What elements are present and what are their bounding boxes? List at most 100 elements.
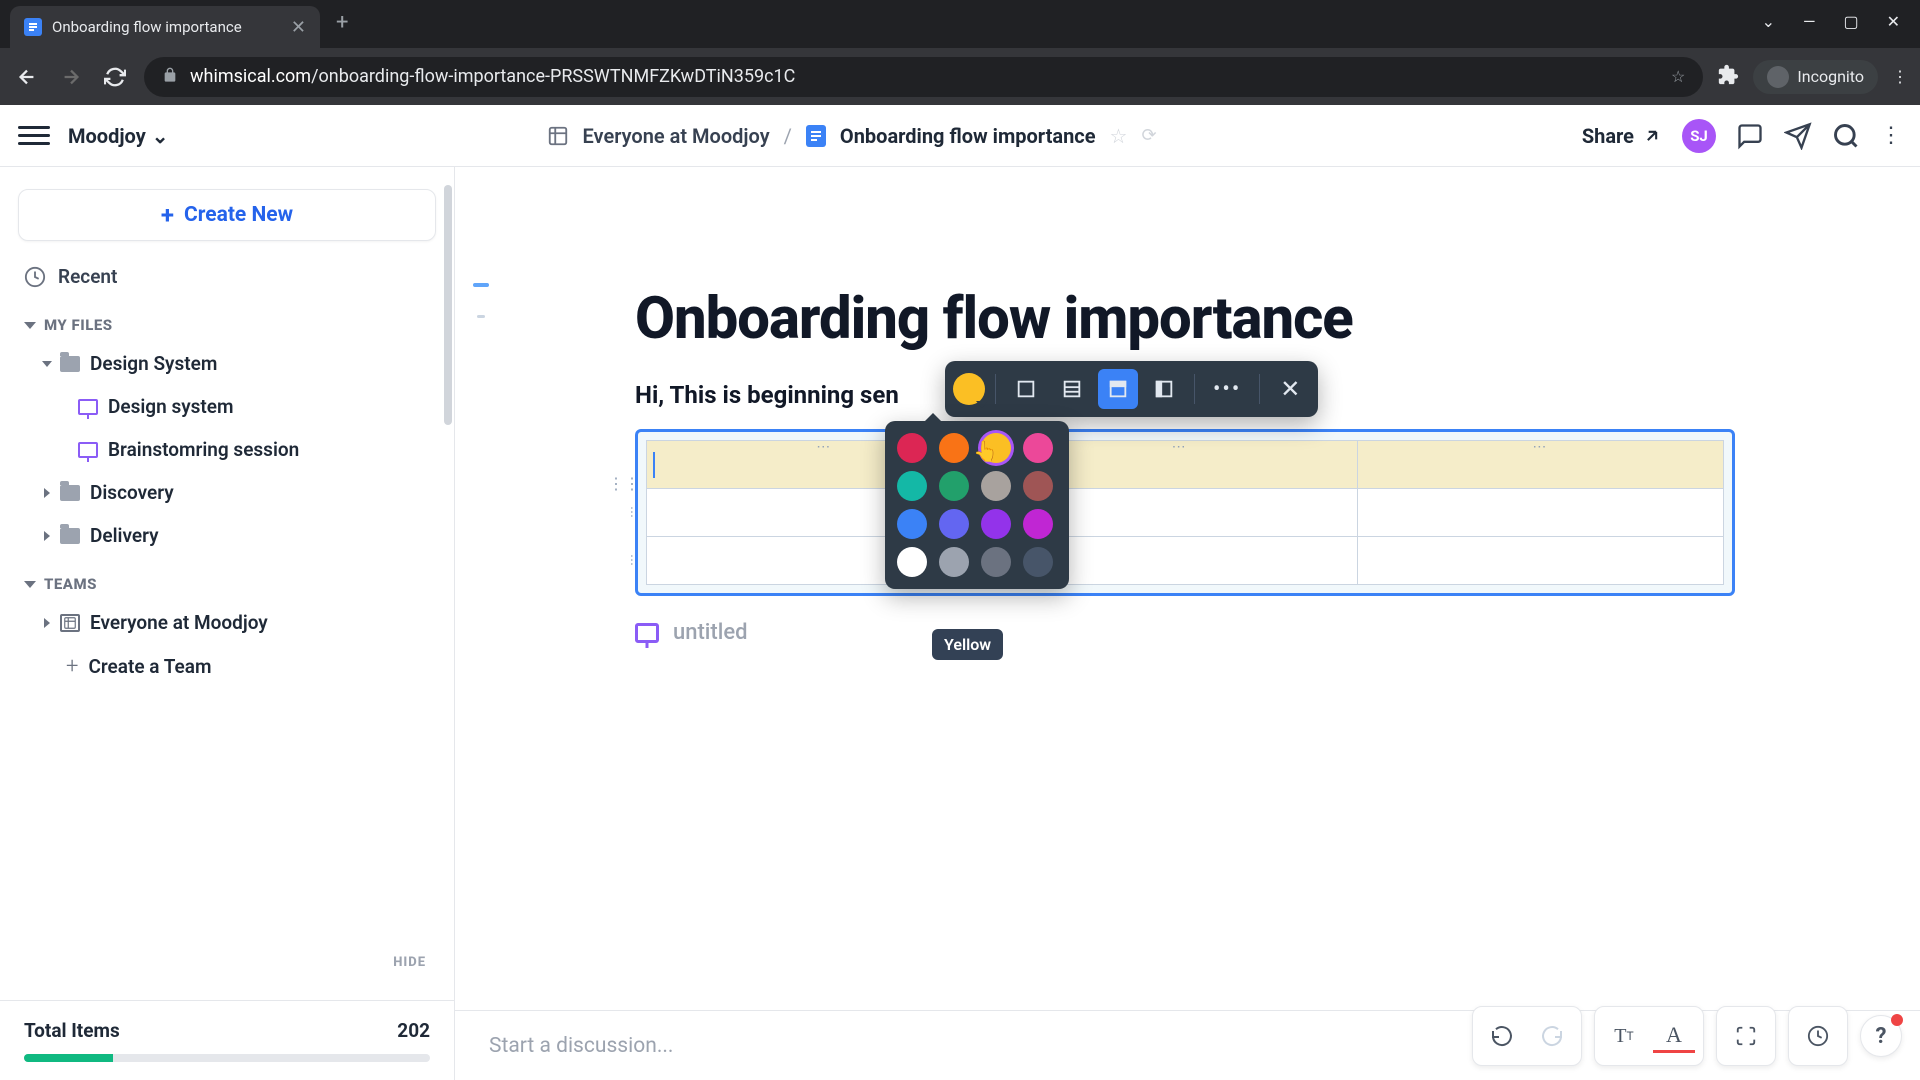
color-tan[interactable] xyxy=(981,471,1011,501)
color-purple[interactable] xyxy=(981,509,1011,539)
total-items-label: Total Items xyxy=(24,1019,120,1042)
create-team-button[interactable]: + Create a Team xyxy=(10,644,444,689)
reload-button[interactable] xyxy=(100,62,130,92)
color-green[interactable] xyxy=(939,471,969,501)
color-orange[interactable] xyxy=(939,433,969,463)
more-options-button[interactable]: ••• xyxy=(1205,377,1249,402)
undo-redo-group xyxy=(1472,1006,1582,1066)
new-tab-button[interactable]: + xyxy=(320,10,364,35)
layout-single-button[interactable] xyxy=(1006,369,1046,409)
sidebar-scrollbar[interactable] xyxy=(444,185,452,425)
table-cell[interactable] xyxy=(1357,489,1723,537)
color-dark-gray[interactable] xyxy=(1023,547,1053,577)
tree-delivery[interactable]: Delivery xyxy=(10,514,444,557)
url-text: whimsical.com/onboarding-flow-importance… xyxy=(190,66,795,87)
org-icon xyxy=(60,614,80,632)
color-magenta[interactable] xyxy=(1023,509,1053,539)
minimize-icon[interactable]: — xyxy=(1803,12,1816,31)
tree-label: Discovery xyxy=(90,481,174,504)
outline-marker[interactable] xyxy=(473,283,489,287)
row-handle-icon[interactable]: ⋯ xyxy=(625,554,639,568)
color-teal[interactable] xyxy=(897,471,927,501)
app-menu-icon[interactable]: ⋮ xyxy=(1880,123,1902,148)
color-blue[interactable] xyxy=(897,509,927,539)
share-button[interactable]: Share xyxy=(1582,124,1662,148)
color-swatch-button[interactable] xyxy=(953,373,985,405)
document-canvas[interactable]: Onboarding flow importance Hi, This is b… xyxy=(455,105,1920,1080)
close-tab-icon[interactable]: ✕ xyxy=(291,17,306,38)
document-title[interactable]: Onboarding flow importance xyxy=(635,285,1735,353)
caret-icon xyxy=(44,531,50,541)
outline-marker[interactable] xyxy=(477,315,485,318)
avatar[interactable]: SJ xyxy=(1682,119,1716,153)
chevron-down-icon[interactable]: ⌄ xyxy=(1762,12,1775,31)
layout-rows-button[interactable] xyxy=(1052,369,1092,409)
tree-label: Brainstomring session xyxy=(108,438,299,461)
tree-discovery[interactable]: Discovery xyxy=(10,471,444,514)
table-toolbar: ••• ✕ xyxy=(945,361,1318,417)
fullscreen-button[interactable] xyxy=(1725,1015,1767,1057)
color-red[interactable] xyxy=(897,433,927,463)
text-color-button[interactable]: A xyxy=(1653,1019,1695,1053)
url-field[interactable]: whimsical.com/onboarding-flow-importance… xyxy=(144,57,1703,97)
forward-button[interactable] xyxy=(56,62,86,92)
sync-icon[interactable]: ⟳ xyxy=(1141,125,1156,146)
tree-design-system-doc[interactable]: Design system xyxy=(10,385,444,428)
text-size-button[interactable]: TT xyxy=(1603,1015,1645,1057)
sidebar-item-recent[interactable]: Recent xyxy=(10,255,444,298)
address-bar: whimsical.com/onboarding-flow-importance… xyxy=(0,48,1920,105)
color-white[interactable] xyxy=(897,547,927,577)
discussion-placeholder: Start a discussion... xyxy=(489,1034,673,1058)
column-handle-icon[interactable]: ⋯ xyxy=(1532,439,1548,455)
my-files-label: MY FILES xyxy=(44,316,113,334)
view-tools-group xyxy=(1716,1006,1776,1066)
column-handle-icon[interactable]: ⋯ xyxy=(816,439,832,455)
bookmark-star-icon[interactable]: ☆ xyxy=(1671,67,1685,86)
table[interactable]: ⋯ ⋯ ⋯ ⋯ ⋯ xyxy=(646,440,1724,585)
color-light-gray[interactable] xyxy=(939,547,969,577)
help-button[interactable]: ? xyxy=(1860,1015,1902,1057)
create-new-button[interactable]: + Create New xyxy=(18,189,436,241)
caret-icon xyxy=(44,488,50,498)
color-indigo[interactable] xyxy=(939,509,969,539)
browser-tab[interactable]: Onboarding flow importance ✕ xyxy=(10,6,320,48)
breadcrumb-doc[interactable]: Onboarding flow importance xyxy=(840,124,1096,148)
column-handle-icon[interactable]: ⋯ xyxy=(1172,439,1188,455)
table-cell[interactable] xyxy=(1357,537,1723,585)
maximize-icon[interactable]: ▢ xyxy=(1843,12,1858,31)
layout-header-row-button[interactable] xyxy=(1098,369,1138,409)
comments-icon[interactable] xyxy=(1736,122,1764,150)
table-cell[interactable]: ⋯ xyxy=(1357,441,1723,489)
drag-handle-icon[interactable]: ⋮⋮ xyxy=(608,474,640,493)
workspace-dropdown[interactable]: Moodjoy ⌄ xyxy=(68,124,169,148)
table-block[interactable]: ⋮⋮ ⋯ ⋯ ⋯ ⋯ ⋯ xyxy=(635,429,1735,596)
tree-everyone[interactable]: Everyone at Moodjoy xyxy=(10,601,444,644)
browser-menu-icon[interactable]: ⋮ xyxy=(1892,67,1908,86)
breadcrumb-org[interactable]: Everyone at Moodjoy xyxy=(583,124,770,148)
color-gray[interactable] xyxy=(981,547,1011,577)
sidebar-toggle-icon[interactable] xyxy=(18,120,50,152)
tree-brainstorming-doc[interactable]: Brainstomring session xyxy=(10,428,444,471)
row-handle-icon[interactable]: ⋯ xyxy=(625,506,639,520)
close-toolbar-button[interactable]: ✕ xyxy=(1270,375,1310,403)
recent-label: Recent xyxy=(58,265,117,288)
search-icon[interactable] xyxy=(1832,122,1860,150)
caption-row[interactable]: untitled xyxy=(635,620,1735,645)
undo-button[interactable] xyxy=(1481,1015,1523,1057)
redo-button[interactable] xyxy=(1531,1015,1573,1057)
favorite-star-icon[interactable]: ☆ xyxy=(1110,124,1128,148)
section-my-files[interactable]: MY FILES xyxy=(10,298,444,342)
extensions-icon[interactable] xyxy=(1717,64,1739,90)
history-button[interactable] xyxy=(1797,1015,1839,1057)
color-mauve[interactable] xyxy=(1023,471,1053,501)
section-teams[interactable]: TEAMS xyxy=(10,557,444,601)
send-icon[interactable] xyxy=(1784,122,1812,150)
layout-header-col-button[interactable] xyxy=(1144,369,1184,409)
caption-text[interactable]: untitled xyxy=(673,620,748,645)
hide-sidebar-button[interactable]: HIDE xyxy=(393,955,426,970)
back-button[interactable] xyxy=(12,62,42,92)
color-pink[interactable] xyxy=(1023,433,1053,463)
plus-icon: + xyxy=(161,201,174,229)
window-close-icon[interactable]: ✕ xyxy=(1887,12,1900,31)
tree-design-system-folder[interactable]: Design System xyxy=(10,342,444,385)
